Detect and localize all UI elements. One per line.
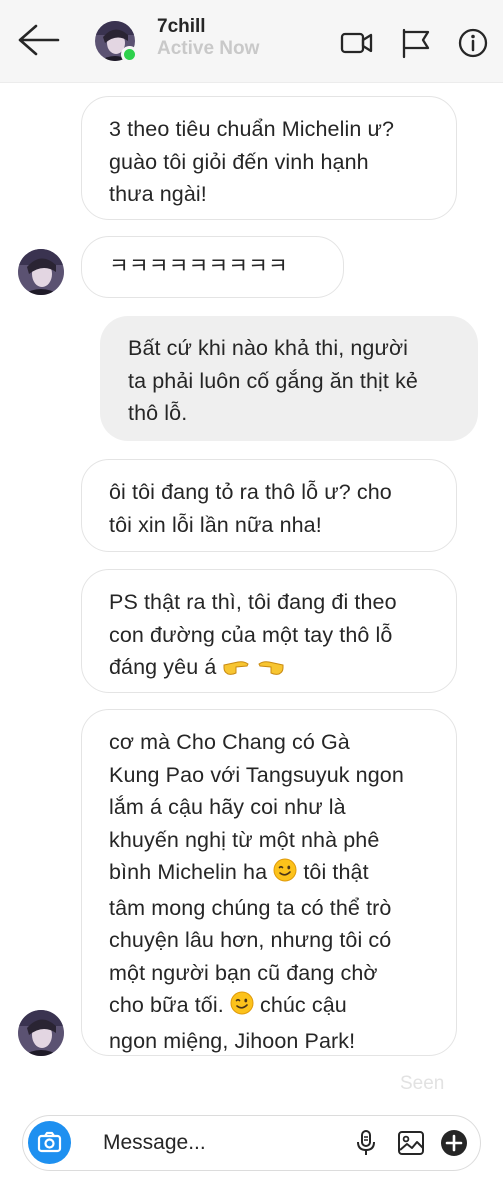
- video-call-icon[interactable]: [340, 27, 374, 59]
- seen-indicator: Seen: [400, 1073, 445, 1094]
- plus-icon[interactable]: [439, 1128, 469, 1158]
- incoming-message[interactable]: 3 theo tiêu chuẩn Michelin ư? guào tôi g…: [81, 96, 457, 220]
- active-status: Active Now: [157, 38, 260, 59]
- message-text: ㅋㅋㅋㅋㅋㅋㅋㅋㅋ: [109, 254, 288, 278]
- message-text: ôi tôi đang tỏ ra thô lỗ ư? cho tôi xin …: [109, 480, 392, 537]
- winking-face-emoji: [230, 991, 254, 1025]
- contact-avatar[interactable]: [95, 21, 138, 63]
- incoming-message[interactable]: PS thật ra thì, tôi đang đi theo con đườ…: [81, 569, 457, 693]
- message-text: đáng yêu á: [109, 655, 217, 679]
- message-text: Bất cứ khi nào khả thi, người ta phải lu…: [128, 336, 418, 425]
- message-line: đáng yêu á: [109, 651, 456, 687]
- outgoing-message[interactable]: Bất cứ khi nào khả thi, người ta phải lu…: [100, 316, 478, 441]
- message-text: 3 theo tiêu chuẩn Michelin ư? guào tôi g…: [109, 117, 395, 206]
- backhand-index-pointing-left-emoji: [257, 654, 285, 687]
- message-input[interactable]: [103, 1126, 343, 1160]
- contact-name[interactable]: 7chill: [157, 16, 206, 38]
- chat-header: 7chill Active Now: [0, 0, 503, 83]
- incoming-message[interactable]: ㅋㅋㅋㅋㅋㅋㅋㅋㅋ: [81, 236, 344, 298]
- sender-avatar[interactable]: [18, 1010, 64, 1056]
- flag-icon[interactable]: [399, 27, 433, 59]
- message-composer: [22, 1115, 481, 1171]
- back-arrow-icon[interactable]: [16, 22, 60, 58]
- backhand-index-pointing-right-emoji: [222, 654, 250, 687]
- image-icon[interactable]: [396, 1128, 426, 1158]
- camera-icon[interactable]: [28, 1121, 71, 1164]
- incoming-message[interactable]: ôi tôi đang tỏ ra thô lỗ ư? cho tôi xin …: [81, 459, 457, 552]
- winking-face-emoji: [273, 858, 297, 892]
- message-line: con đường của một tay thô lỗ: [109, 622, 393, 647]
- incoming-message[interactable]: cơ mà Cho Chang có Gà Kung Pao với Tangs…: [81, 709, 457, 1056]
- message-line: PS thật ra thì, tôi đang đi theo: [109, 590, 397, 614]
- message-text: cơ mà Cho Chang có Gà Kung Pao với Tangs…: [109, 726, 456, 1057]
- microphone-icon[interactable]: [351, 1128, 381, 1158]
- online-status-dot: [121, 46, 138, 63]
- sender-avatar[interactable]: [18, 249, 64, 295]
- info-icon[interactable]: [456, 27, 490, 59]
